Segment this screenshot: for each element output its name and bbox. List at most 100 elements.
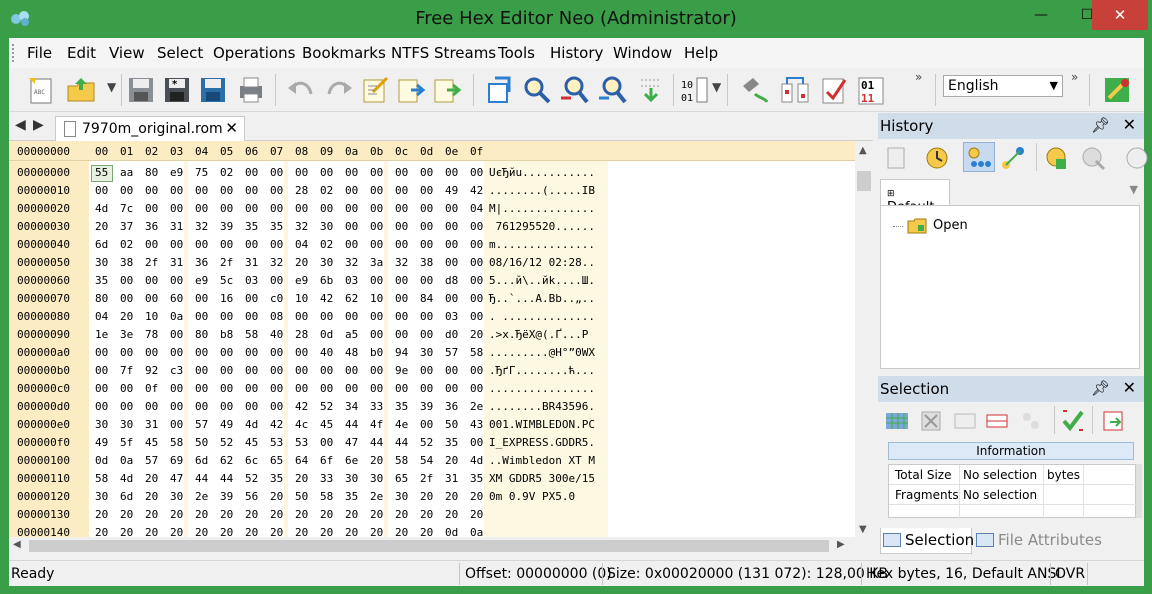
row-text[interactable]: .........@H°”0WX [489, 346, 595, 359]
hex-byte[interactable]: 00 [145, 274, 158, 287]
hex-byte[interactable]: 33 [370, 400, 383, 413]
history-clear-icon[interactable] [884, 145, 910, 171]
hex-byte[interactable]: 58 [245, 328, 258, 341]
hex-byte[interactable]: 31 [145, 418, 158, 431]
hex-byte[interactable]: 62 [345, 292, 358, 305]
copy-icon[interactable] [359, 74, 391, 106]
hex-byte[interactable]: 20 [445, 508, 458, 521]
hex-byte[interactable]: 56 [245, 490, 258, 503]
hex-byte[interactable]: 00 [420, 238, 433, 251]
hex-byte[interactable]: 20 [95, 508, 108, 521]
hex-byte[interactable]: 00 [470, 166, 483, 179]
hex-byte[interactable]: 3a [370, 256, 383, 269]
hex-byte[interactable]: 52 [420, 436, 433, 449]
scroll-right-icon[interactable]: ▶ [837, 539, 845, 550]
hex-byte[interactable]: 35 [270, 220, 283, 233]
hex-byte[interactable]: 65 [270, 454, 283, 467]
hex-byte[interactable]: 00 [395, 166, 408, 179]
row-text[interactable]: 5...й\..йk....Ш. [489, 274, 595, 287]
hex-byte[interactable]: 10 [145, 310, 158, 323]
paste-icon[interactable] [431, 74, 463, 106]
hex-byte[interactable]: 30 [95, 418, 108, 431]
hex-byte[interactable]: 4d [120, 472, 133, 485]
hex-byte[interactable]: 00 [370, 184, 383, 197]
hex-byte[interactable]: 20 [370, 526, 383, 537]
hex-byte[interactable]: 32 [345, 256, 358, 269]
horizontal-scrollbar[interactable]: ◀ ▶ [9, 537, 855, 555]
hex-byte[interactable]: 00 [470, 310, 483, 323]
hex-byte[interactable]: 20 [470, 490, 483, 503]
hex-byte[interactable]: 00 [370, 274, 383, 287]
hex-byte[interactable]: 00 [95, 184, 108, 197]
tab-file-attributes[interactable]: File Attributes [976, 528, 1102, 554]
hex-byte[interactable]: 0f [145, 382, 158, 395]
hex-byte[interactable]: 00 [145, 202, 158, 215]
hex-byte[interactable]: 00 [245, 292, 258, 305]
hex-byte[interactable]: 02 [220, 166, 233, 179]
hex-byte[interactable]: 20 [245, 526, 258, 537]
hex-byte[interactable]: 54 [420, 454, 433, 467]
hex-byte[interactable]: 20 [295, 256, 308, 269]
menu-ntfs-streams[interactable]: NTFS Streams [391, 44, 496, 62]
hex-byte[interactable]: b0 [370, 346, 383, 359]
hex-byte[interactable]: 42 [270, 418, 283, 431]
hex-byte[interactable]: 42 [320, 292, 333, 305]
hex-byte[interactable]: 35 [395, 400, 408, 413]
menu-select[interactable]: Select [157, 44, 203, 62]
hex-byte[interactable]: 31 [445, 472, 458, 485]
history-branch-icon[interactable] [1000, 145, 1026, 171]
hex-byte[interactable]: 30 [120, 418, 133, 431]
hex-byte[interactable]: 52 [220, 436, 233, 449]
hex-byte[interactable]: 00 [395, 328, 408, 341]
hex-byte[interactable]: 36 [445, 400, 458, 413]
menu-operations[interactable]: Operations [213, 44, 295, 62]
hex-byte[interactable]: b8 [220, 328, 233, 341]
hex-byte[interactable]: 50 [295, 490, 308, 503]
hex-byte[interactable]: 00 [370, 220, 383, 233]
hex-byte[interactable]: 00 [420, 310, 433, 323]
hex-byte[interactable]: 03 [445, 310, 458, 323]
hex-byte[interactable]: 20 [120, 310, 133, 323]
hex-byte[interactable]: 00 [395, 202, 408, 215]
hex-byte[interactable]: 00 [120, 274, 133, 287]
hex-byte[interactable]: 00 [245, 346, 258, 359]
hex-byte[interactable]: 5f [120, 436, 133, 449]
hex-byte[interactable]: 00 [95, 364, 108, 377]
hex-byte[interactable]: 00 [195, 310, 208, 323]
hex-byte[interactable]: 00 [370, 202, 383, 215]
title-bar[interactable]: Free Hex Editor Neo (Administrator) — ☐ … [0, 0, 1152, 38]
hex-byte[interactable]: a5 [345, 328, 358, 341]
row-text[interactable]: ........BR43596. [489, 400, 595, 413]
hex-byte[interactable]: e9 [195, 274, 208, 287]
hex-byte[interactable]: 34 [345, 400, 358, 413]
hex-byte[interactable]: 38 [420, 256, 433, 269]
save-icon[interactable] [125, 74, 157, 106]
hex-byte[interactable]: 00 [145, 238, 158, 251]
row-text[interactable]: 001.WIMBLEDON.PC [489, 418, 595, 431]
hex-byte[interactable]: 20 [270, 508, 283, 521]
row-text[interactable]: M|.............. [489, 202, 595, 215]
hex-byte[interactable]: 35 [245, 220, 258, 233]
hex-byte[interactable]: 00 [470, 220, 483, 233]
hex-byte[interactable]: 20 [95, 526, 108, 537]
scroll-left-icon[interactable]: ◀ [13, 539, 21, 550]
hex-byte[interactable]: 00 [245, 166, 258, 179]
hex-byte[interactable]: 00 [395, 184, 408, 197]
hex-byte[interactable]: 2f [420, 472, 433, 485]
hex-byte[interactable]: 58 [95, 472, 108, 485]
hex-byte[interactable]: 30 [370, 472, 383, 485]
hex-byte[interactable]: 55 [95, 166, 108, 179]
tab-scroll-right-icon[interactable]: ▶ [33, 117, 44, 133]
hex-byte[interactable]: 00 [195, 202, 208, 215]
hex-byte[interactable]: 00 [420, 274, 433, 287]
hex-byte[interactable]: e9 [295, 274, 308, 287]
hex-byte[interactable]: 5c [220, 274, 233, 287]
hex-byte[interactable]: 35 [445, 436, 458, 449]
tabs-dropdown-icon[interactable]: ▼ [1130, 183, 1138, 196]
checksum-icon[interactable] [817, 74, 849, 106]
hex-byte[interactable]: 36 [195, 256, 208, 269]
hex-byte[interactable]: 44 [195, 472, 208, 485]
menu-help[interactable]: Help [684, 44, 718, 62]
hex-byte[interactable]: 62 [220, 454, 233, 467]
hex-byte[interactable]: 10 [370, 292, 383, 305]
